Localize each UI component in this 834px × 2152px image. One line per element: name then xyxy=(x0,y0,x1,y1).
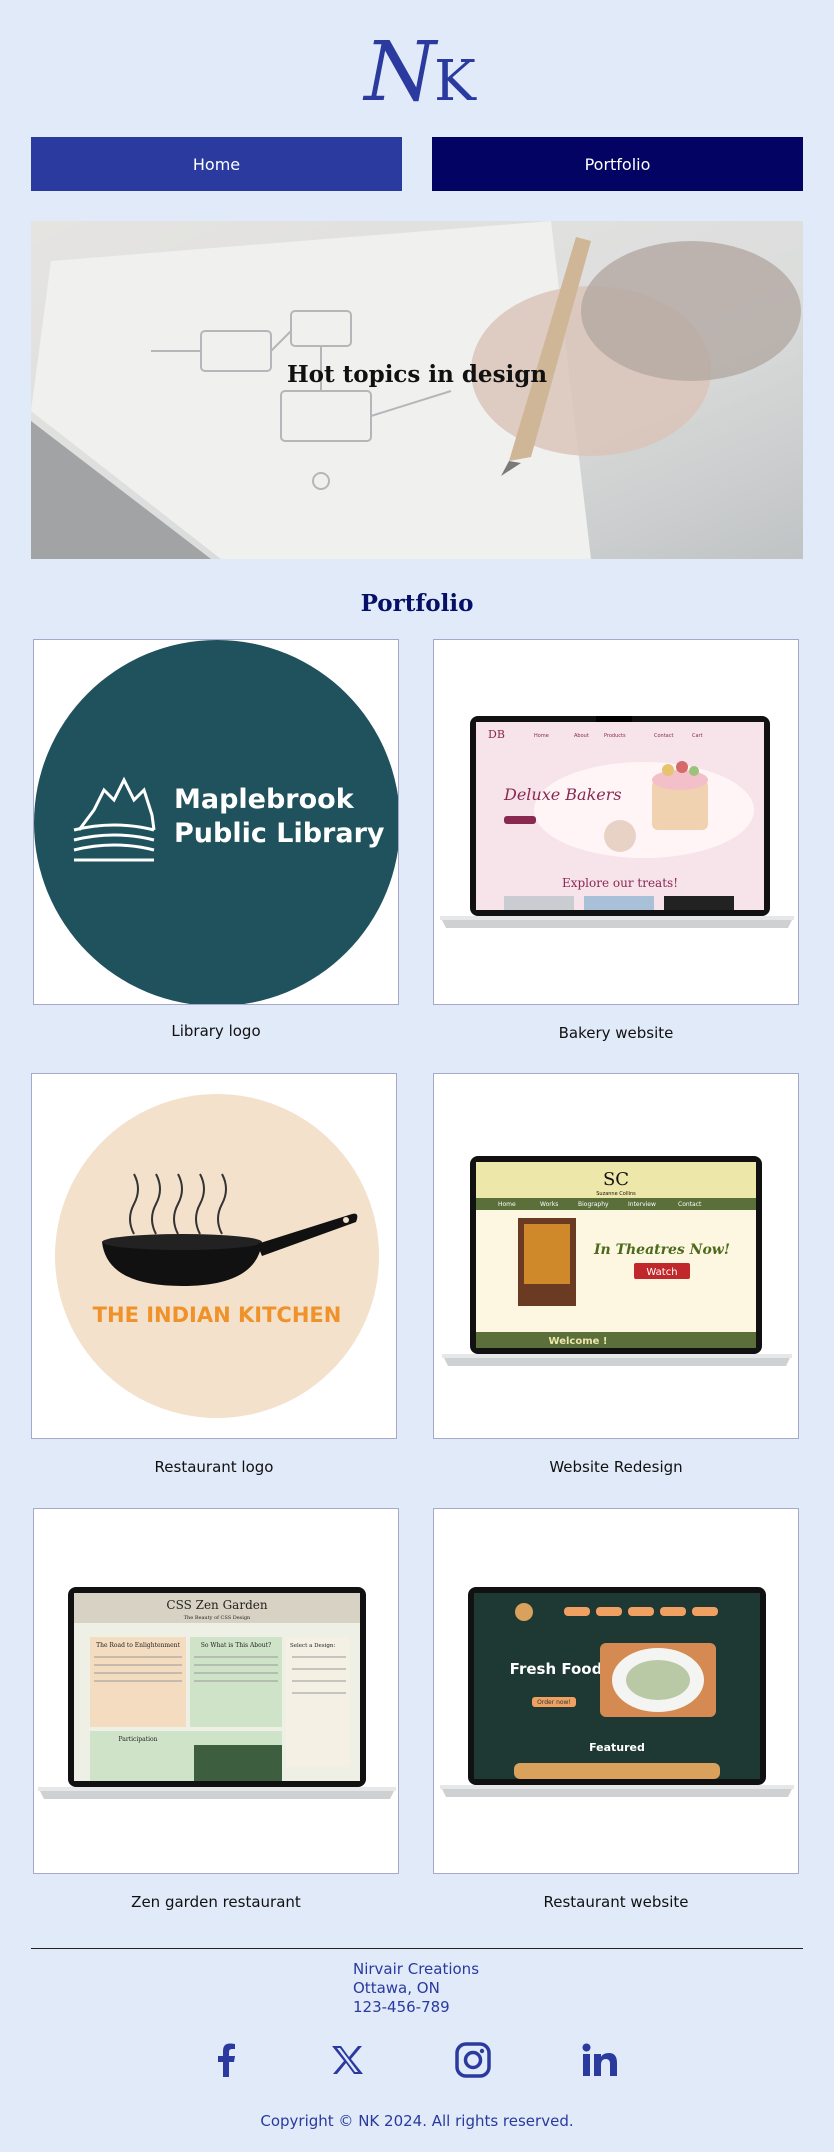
redesign-mock-nav-biography: Biography xyxy=(578,1201,609,1208)
footer-phone: 123-456-789 xyxy=(353,1998,450,2016)
zen-mock-panel1: The Road to Enlightenment xyxy=(96,1642,180,1649)
restaurant-mock-featured: Featured xyxy=(589,1741,645,1754)
redesign-mock-nav-interview: Interview xyxy=(628,1201,656,1208)
hero-banner: Hot topics in design xyxy=(31,221,803,559)
zen-mock-panel2: So What is This About? xyxy=(201,1642,272,1649)
portfolio-card-bakery-website[interactable]: DB Home About Products Contact Cart Delu… xyxy=(433,639,799,1005)
redesign-mock-brand-sub: Suzanne Collins xyxy=(596,1191,636,1197)
bakery-mock-nav-cart: Cart xyxy=(692,733,703,739)
footer-contact: Nirvair Creations Ottawa, ON 123-456-789 xyxy=(353,1960,479,2017)
card-label-restaurant-website: Restaurant website xyxy=(543,1893,689,1911)
hero-title: Hot topics in design xyxy=(286,361,548,388)
bakery-mock-title: Deluxe Bakers xyxy=(503,785,622,804)
card-label-library-logo: Library logo xyxy=(171,1022,261,1040)
card-label-restaurant-logo: Restaurant logo xyxy=(154,1458,274,1476)
bakery-mock-nav-products: Products xyxy=(604,733,626,739)
footer-city: Ottawa, ON xyxy=(353,1979,440,1997)
library-logo-line1: Maplebrook xyxy=(174,784,355,815)
x-icon[interactable] xyxy=(327,2040,367,2080)
nav-portfolio-button[interactable]: Portfolio xyxy=(432,137,803,191)
zen-mock-sidebar: Select a Design: xyxy=(290,1643,335,1649)
redesign-mock-heading: In Theatres Now! xyxy=(593,1242,730,1258)
bakery-mock-nav-about: About xyxy=(574,733,589,739)
bakery-mock-nav-contact: Contact xyxy=(654,733,673,739)
footer-company: Nirvair Creations xyxy=(353,1960,480,1978)
redesign-mock-button: Watch xyxy=(646,1267,677,1278)
restaurant-mock-sub: Order now! xyxy=(537,1699,571,1706)
restaurant-logo-text: THE INDIAN KITCHEN xyxy=(93,1303,342,1327)
bakery-laptop-mockup: DB Home About Products Contact Cart Delu… xyxy=(440,716,794,928)
zen-laptop-mockup: CSS Zen Garden The Beauty of CSS Design … xyxy=(38,1587,396,1799)
card-label-website-redesign: Website Redesign xyxy=(549,1458,683,1476)
redesign-mock-nav-contact: Contact xyxy=(678,1201,702,1208)
portfolio-card-restaurant-logo[interactable]: THE INDIAN KITCHEN xyxy=(31,1073,397,1439)
zen-mock-sub: The Beauty of CSS Design xyxy=(184,1615,251,1621)
instagram-icon[interactable] xyxy=(453,2040,493,2080)
restaurant-mock-title: Fresh Food xyxy=(510,1660,603,1678)
bakery-mock-nav-home: Home xyxy=(534,733,549,739)
bakery-mock-brand: DB xyxy=(488,728,505,741)
redesign-mock-nav-works: Works xyxy=(540,1201,558,1208)
card-label-zen-garden: Zen garden restaurant xyxy=(131,1893,301,1911)
linkedin-icon[interactable] xyxy=(580,2040,620,2080)
card-label-bakery-website: Bakery website xyxy=(558,1024,674,1042)
redesign-mock-nav-home: Home xyxy=(498,1201,516,1208)
redesign-laptop-mockup: SC Suzanne Collins Home Works Biography … xyxy=(442,1156,792,1366)
portfolio-card-library-logo[interactable]: Maplebrook Public Library xyxy=(33,639,399,1005)
facebook-icon[interactable] xyxy=(206,2040,246,2080)
zen-mock-panel3: Participation xyxy=(118,1736,157,1743)
logo-text: NK xyxy=(364,25,476,120)
site-logo[interactable]: NK xyxy=(0,28,834,118)
nav-home-button[interactable]: Home xyxy=(31,137,402,191)
redesign-mock-welcome: Welcome ! xyxy=(549,1336,608,1347)
portfolio-card-restaurant-website[interactable]: Fresh Food Order now! Featured xyxy=(433,1508,799,1874)
bakery-mock-sub: Explore our treats! xyxy=(562,876,678,890)
library-logo-image: Maplebrook Public Library xyxy=(34,640,398,1004)
hero-image xyxy=(31,221,803,559)
library-logo-line2: Public Library xyxy=(174,818,385,849)
footer-copyright: Copyright © NK 2024. All rights reserved… xyxy=(260,2112,574,2130)
portfolio-card-website-redesign[interactable]: SC Suzanne Collins Home Works Biography … xyxy=(433,1073,799,1439)
restaurant-logo-image: THE INDIAN KITCHEN xyxy=(55,1094,379,1418)
redesign-mock-brand: SC xyxy=(603,1169,629,1190)
portfolio-heading: Portfolio xyxy=(360,590,474,617)
zen-mock-title: CSS Zen Garden xyxy=(166,1598,267,1612)
restaurant-laptop-mockup: Fresh Food Order now! Featured xyxy=(440,1587,794,1797)
footer-divider xyxy=(31,1948,803,1949)
portfolio-card-zen-garden[interactable]: CSS Zen Garden The Beauty of CSS Design … xyxy=(33,1508,399,1874)
